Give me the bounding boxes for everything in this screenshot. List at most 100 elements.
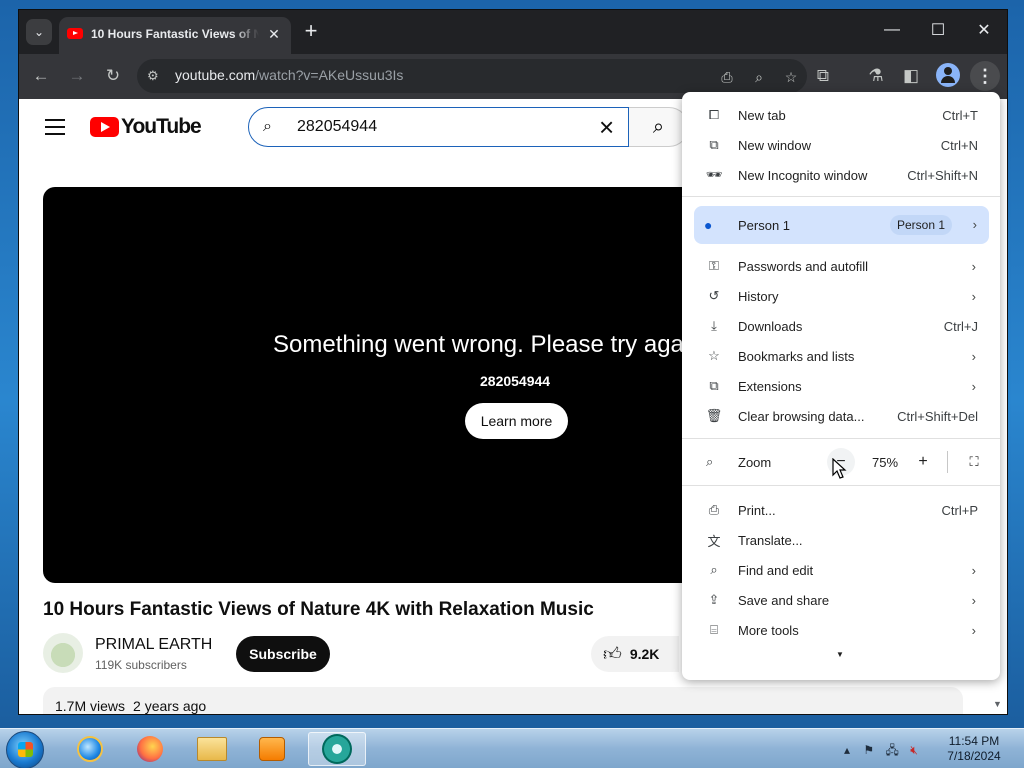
new-tab-button[interactable]: + (299, 20, 323, 44)
chevron-right-icon: › (971, 592, 976, 608)
url-domain: youtube.com (175, 67, 256, 83)
translate-icon: 文 (707, 533, 721, 549)
address-url[interactable]: youtube.com/watch?v=AKeUssuu3Is (175, 67, 403, 83)
taskbar-chrome[interactable] (308, 732, 366, 766)
more-vert-icon: ⋮ (976, 65, 994, 86)
channel-name[interactable]: PRIMAL EARTH (95, 636, 212, 654)
action-center-flag-icon[interactable]: ⚑ (863, 743, 874, 757)
tab-close-icon[interactable]: ✕ (265, 25, 283, 43)
chrome-menu-button[interactable]: ⋮ (970, 61, 1000, 91)
menu-item-extensions[interactable]: ⧉ Extensions › (682, 371, 1000, 401)
chevron-right-icon: › (971, 288, 976, 304)
bookmark-star-icon[interactable]: ☆ (780, 66, 802, 88)
zoom-icon[interactable]: ⌕ (748, 66, 770, 88)
menu-item-translate[interactable]: 文 Translate... (682, 525, 1000, 555)
tab-search-button[interactable]: ⌄ (26, 19, 52, 45)
youtube-wordmark: YouTube (121, 115, 202, 138)
profile-chip: Person 1 (890, 215, 953, 235)
address-bar[interactable]: ⚙ youtube.com/watch?v=AKeUssuu3Is ⎙ ⌕ ☆ (137, 59, 807, 93)
incognito-icon: 🕶︎ (705, 167, 723, 182)
like-button[interactable]: 👍︎ 9.2K (591, 636, 679, 672)
reload-button[interactable]: ↻ (99, 62, 127, 90)
menu-item-history[interactable]: ↺ History › (682, 281, 1000, 311)
maximize-button[interactable]: ☐ (915, 10, 961, 50)
arrow-right-icon: → (68, 66, 86, 85)
youtube-logo[interactable]: YouTube (90, 115, 202, 138)
extensions-puzzle-icon[interactable]: ⧉ (809, 62, 837, 90)
search-box[interactable]: ⌕ 282054944 × (248, 107, 629, 147)
show-hidden-icons-icon[interactable]: ▴ (844, 743, 850, 757)
tab-title: 10 Hours Fantastic Views of Nature 4K wi… (91, 27, 259, 41)
channel-avatar[interactable] (43, 633, 83, 673)
menu-label: Print... (738, 502, 776, 518)
menu-item-save-share[interactable]: ⇪ Save and share › (682, 585, 1000, 615)
video-meta: 1.7M views 2 years ago (55, 698, 214, 714)
menu-item-passwords[interactable]: ⚿ Passwords and autofill › (682, 251, 1000, 281)
zoom-in-button[interactable]: + (909, 448, 937, 476)
menu-divider (682, 438, 1000, 439)
taskbar-firefox[interactable] (124, 732, 176, 766)
description-box[interactable]: 1.7M views 2 years ago (43, 687, 963, 714)
menu-item-more-tools[interactable]: ⌸ More tools › (682, 615, 1000, 645)
chevron-right-icon: › (971, 622, 976, 638)
menu-item-incognito[interactable]: 🕶︎ New Incognito window Ctrl+Shift+N (682, 160, 1000, 190)
search-input[interactable]: 282054944 (297, 118, 377, 136)
internet-explorer-icon (77, 736, 103, 762)
site-info-icon[interactable]: ⚙ (147, 68, 163, 84)
clear-search-icon[interactable]: × (599, 112, 614, 143)
menu-item-downloads[interactable]: ⤓ Downloads Ctrl+J (682, 311, 1000, 341)
subscribe-button[interactable]: Subscribe (236, 636, 330, 672)
tab-strip: ⌄ 10 Hours Fantastic Views of Nature 4K … (19, 10, 1007, 54)
profile-avatar-icon[interactable] (936, 63, 960, 87)
scroll-down-arrow-icon[interactable]: ▼ (993, 699, 1002, 709)
trash-icon: 🗑︎ (705, 408, 723, 423)
start-button[interactable] (6, 731, 44, 768)
search-button[interactable]: ⌕ (629, 107, 689, 147)
menu-label: Find and edit (738, 562, 814, 578)
hamburger-menu-icon[interactable] (45, 119, 65, 135)
volume-muted-icon[interactable]: 🔇︎ (910, 743, 918, 757)
learn-more-button[interactable]: Learn more (465, 403, 568, 439)
menu-item-person[interactable]: ● Person 1 Person 1 › (694, 206, 989, 244)
menu-shortcut: Ctrl+T (942, 107, 978, 123)
menu-shortcut: Ctrl+N (940, 137, 978, 153)
menu-label: Person 1 (738, 218, 791, 233)
menu-scroll-down-icon[interactable]: ▼ (836, 650, 844, 659)
tab-active[interactable]: 10 Hours Fantastic Views of Nature 4K wi… (59, 17, 291, 54)
save-share-icon: ⇪ (708, 592, 720, 607)
taskbar-media-player[interactable] (246, 732, 298, 766)
window-close-button[interactable]: ✕ (961, 10, 1007, 50)
taskbar-ie[interactable] (64, 732, 116, 766)
puzzle-icon: ⧉ (709, 378, 719, 393)
taskbar-explorer[interactable] (186, 732, 238, 766)
menu-label: Save and share (738, 592, 830, 608)
minimize-button[interactable]: — (869, 10, 915, 50)
menu-item-print[interactable]: ⎙ Print... Ctrl+P (682, 495, 1000, 525)
video-player[interactable]: Something went wrong. Please try again l… (43, 187, 703, 583)
menu-item-bookmarks[interactable]: ☆ Bookmarks and lists › (682, 341, 1000, 371)
back-button[interactable]: ← (27, 62, 55, 90)
network-icon[interactable]: 🖧 (885, 743, 898, 757)
menu-item-new-tab[interactable]: ⧠ New tab Ctrl+T (682, 100, 1000, 130)
menu-item-find-edit[interactable]: ⌕ Find and edit › (682, 555, 1000, 585)
labs-flask-icon[interactable]: ⚗ (862, 62, 890, 90)
browser-icon (322, 734, 352, 764)
firefox-icon (137, 736, 163, 762)
menu-item-new-window[interactable]: ⧉ New window Ctrl+N (682, 130, 1000, 160)
star-icon: ☆ (708, 348, 720, 363)
arrow-left-icon: ← (32, 66, 50, 85)
player-error-code: 282054944 (480, 373, 551, 389)
printer-icon: ⎙ (708, 502, 720, 517)
zoom-value: 75% (872, 455, 899, 470)
fullscreen-icon[interactable]: ⛶ (960, 448, 988, 476)
channel-subscribers: 119K subscribers (95, 658, 187, 672)
system-tray[interactable]: ▴ ⚑ 🖧 🔇︎ (844, 741, 918, 762)
thumbs-up-icon: 👍︎ (603, 644, 622, 664)
menu-item-clear-data[interactable]: 🗑︎ Clear browsing data... Ctrl+Shift+Del (682, 401, 1000, 431)
taskbar-clock[interactable]: 11:54 PM 7/18/2024 (944, 734, 1004, 764)
forward-button[interactable]: → (63, 62, 91, 90)
install-app-icon[interactable]: ⎙ (716, 66, 738, 88)
side-panel-icon[interactable]: ◧ (897, 62, 925, 90)
menu-label: New tab (738, 107, 786, 123)
menu-label: Zoom (738, 455, 772, 470)
